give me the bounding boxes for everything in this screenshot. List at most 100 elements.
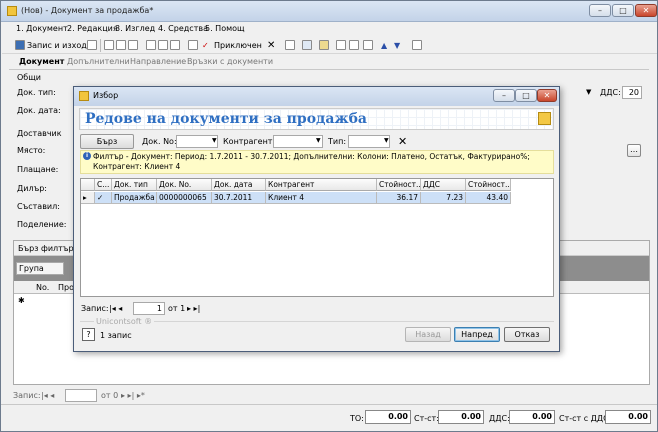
tab-links[interactable]: Връзки с документи <box>187 57 273 66</box>
dialog-title: Избор <box>93 91 119 100</box>
cancel-button[interactable]: Отказ <box>504 327 550 342</box>
info-icon: i <box>83 152 91 160</box>
delete-icon[interactable]: ✕ <box>267 39 275 52</box>
minimize-icon[interactable]: – <box>589 4 611 17</box>
help-icon[interactable] <box>412 40 422 50</box>
tab-direction[interactable]: Направление <box>130 57 186 66</box>
cut-icon[interactable] <box>104 40 114 50</box>
up-arrow-icon[interactable]: ▲ <box>381 39 387 52</box>
dialog-heading: Редове на документи за продажба <box>85 111 367 127</box>
dialog-title-bar: Избор – □ ✕ <box>74 87 559 106</box>
dialog-record-label: Запис: <box>81 304 109 313</box>
row-vat: 7.23 <box>421 192 466 204</box>
brand-label: Unicontsoft ® <box>94 317 155 326</box>
nav-last-icon[interactable]: ▸ ▸| ▸* <box>121 391 145 400</box>
cost-value: 0.00 <box>438 410 484 424</box>
vat-input[interactable]: 20 <box>622 86 642 99</box>
doc-no-filter-label: Док. No: <box>142 137 177 146</box>
documents-grid[interactable]: С... Док. тип Док. No. Док. дата Контраг… <box>80 178 554 297</box>
tab-additional[interactable]: Допълнителни <box>67 57 130 66</box>
next-button[interactable]: Напред <box>454 327 500 342</box>
row-selected-cell[interactable]: ✓ <box>95 192 112 204</box>
notes-icon[interactable] <box>188 40 198 50</box>
dialog-close-icon[interactable]: ✕ <box>537 89 557 102</box>
section-general: Общи <box>17 73 41 82</box>
dialog-maximize-icon[interactable]: □ <box>515 89 537 102</box>
cart-icon[interactable] <box>363 40 373 50</box>
contragent-filter-label: Контрагент: <box>223 137 276 146</box>
checkmark-icon: ✓ <box>202 41 209 50</box>
paste-icon[interactable] <box>128 40 138 50</box>
quick-filter-button[interactable]: Бърз филтър <box>18 244 74 253</box>
folder-icon[interactable] <box>319 40 329 50</box>
menu-tools[interactable]: 4. Средства <box>158 24 208 33</box>
group-chip[interactable]: Група <box>16 262 64 275</box>
edit-icon[interactable] <box>87 40 97 50</box>
cost-label: Ст-ст: <box>414 414 439 423</box>
payment-label: Плащане: <box>17 165 59 174</box>
tab-document[interactable]: Документ <box>19 57 64 66</box>
close-document-button[interactable]: Приключен <box>214 39 262 52</box>
dialog-nav-first-icon[interactable]: |◂ ◂ <box>109 304 122 313</box>
dialog-header-icon <box>538 112 551 125</box>
row-contragent: Клиент 4 <box>266 192 377 204</box>
col-doc-type-header[interactable]: Док. тип <box>112 179 157 191</box>
save-exit-button[interactable]: Запис и изход <box>27 39 87 52</box>
col-value-vat-header[interactable]: Стойност... <box>466 179 511 191</box>
menu-view[interactable]: 3. Изглед <box>115 24 155 33</box>
app-icon <box>7 6 17 16</box>
menu-help[interactable]: 5. Помощ <box>205 24 245 33</box>
doc-no-dropdown-icon[interactable]: ▼ <box>212 137 217 144</box>
maximize-icon[interactable]: □ <box>612 4 634 17</box>
dialog-record-input[interactable]: 1 <box>133 302 165 315</box>
toolbar: Запис и изход ✓ Приключен ✕ ▲ ▼ <box>2 37 657 54</box>
row-doc-type: Продажба <box>112 192 157 204</box>
print-icon[interactable] <box>146 40 156 50</box>
save-icon <box>15 40 25 50</box>
new-doc-icon[interactable] <box>336 40 346 50</box>
filter-info-banner: i Филтър - Документ: Период: 1.7.2011 - … <box>80 150 554 174</box>
contragent-dropdown-icon[interactable]: ▼ <box>316 137 321 144</box>
col-no-header[interactable]: No. <box>36 283 49 292</box>
type-dropdown-icon[interactable]: ▼ <box>384 137 389 144</box>
col-doc-no-header[interactable]: Док. No. <box>157 179 212 191</box>
record-input[interactable] <box>65 389 97 402</box>
doc-type-label: Док. тип: <box>17 88 56 97</box>
new-copy-icon[interactable] <box>349 40 359 50</box>
col-contragent-header[interactable]: Контрагент <box>266 179 377 191</box>
row-value-vat: 43.40 <box>466 192 511 204</box>
section-supplier: Доставчик <box>17 129 62 138</box>
new-row-icon: ✱ <box>18 296 25 305</box>
doc-type-dropdown-icon[interactable]: ▼ <box>586 88 591 96</box>
cost-vat-label: Ст-ст с ДДС: <box>559 414 612 423</box>
dealer-label: Дилър: <box>17 184 47 193</box>
down-arrow-icon[interactable]: ▼ <box>394 39 400 52</box>
preview-icon[interactable] <box>158 40 168 50</box>
close-icon[interactable]: ✕ <box>635 4 657 17</box>
back-button[interactable]: Назад <box>405 327 451 342</box>
col-value-header[interactable]: Стойност... <box>377 179 421 191</box>
composer-label: Съставил: <box>17 202 60 211</box>
help-question-icon[interactable]: ? <box>82 328 95 341</box>
nav-first-icon[interactable]: |◂ ◂ <box>41 391 54 400</box>
back-icon[interactable] <box>285 40 295 50</box>
dialog-minimize-icon[interactable]: – <box>493 89 515 102</box>
type-filter-label: Тип: <box>328 137 347 146</box>
import-icon[interactable] <box>302 40 312 50</box>
menu-document[interactable]: 1. Документ <box>16 24 68 33</box>
dialog-nav-last-icon[interactable]: ▸ ▸| <box>187 304 200 313</box>
dialog-quick-filter-button[interactable]: Бърз филтър <box>80 134 134 159</box>
col-vat-header[interactable]: ДДС <box>421 179 466 191</box>
export-icon[interactable] <box>170 40 180 50</box>
doc-date-label: Док. дата: <box>17 106 61 115</box>
title-bar: (Нов) - Документ за продажба* – □ ✕ <box>1 1 657 22</box>
menu-edit[interactable]: 2. Редакция <box>67 24 118 33</box>
row-value: 36.17 <box>377 192 421 204</box>
col-selected-header[interactable]: С... <box>95 179 112 191</box>
place-label: Място: <box>17 146 46 155</box>
copy-icon[interactable] <box>116 40 126 50</box>
menu-bar: 1. Документ 2. Редакция 3. Изглед 4. Сре… <box>2 22 657 36</box>
place-browse-button[interactable]: … <box>627 144 641 157</box>
clear-filter-icon[interactable]: ✕ <box>398 135 407 148</box>
col-doc-date-header[interactable]: Док. дата <box>212 179 266 191</box>
